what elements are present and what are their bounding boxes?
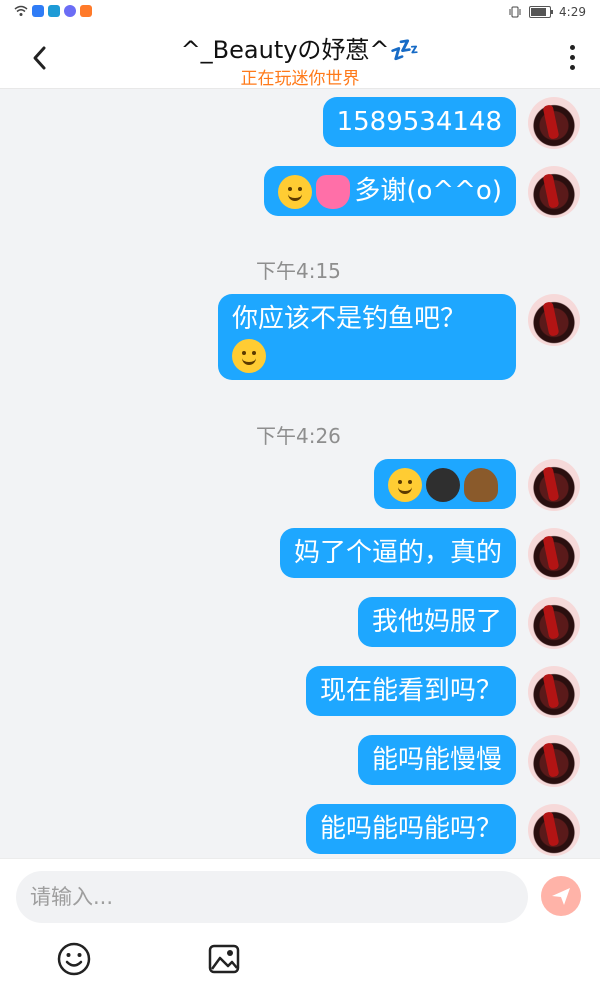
drooling-face-emoji bbox=[278, 174, 313, 209]
status-time: 4:29 bbox=[559, 5, 586, 19]
vibrate-icon bbox=[509, 6, 521, 18]
message-bubble[interactable]: 我他妈服了 bbox=[357, 597, 516, 647]
app-notification-icon bbox=[64, 5, 76, 17]
image-button[interactable] bbox=[206, 941, 246, 981]
app-notification-icon bbox=[32, 5, 44, 17]
wifi-icon bbox=[14, 5, 28, 16]
app-notification-icon bbox=[48, 5, 60, 17]
avatar[interactable] bbox=[528, 666, 580, 718]
message-row: 能吗能吗能吗？ bbox=[305, 804, 580, 856]
message-row: 你应该不是钓鱼吧？ bbox=[218, 294, 580, 380]
message-row: 能吗能慢慢 bbox=[357, 735, 580, 787]
sweat-smile-emoji bbox=[232, 338, 266, 373]
avatar[interactable] bbox=[528, 735, 580, 787]
app-notification-icon bbox=[80, 5, 92, 17]
send-button[interactable] bbox=[541, 876, 581, 916]
message-input[interactable] bbox=[16, 871, 528, 923]
status-icons-right: 4:29 bbox=[509, 5, 586, 19]
emoji-button[interactable] bbox=[56, 941, 96, 981]
smirk-face-emoji bbox=[388, 467, 422, 502]
avatar[interactable] bbox=[528, 459, 580, 511]
chat-status: 正在玩迷你世界 bbox=[240, 69, 360, 89]
avatar[interactable] bbox=[528, 294, 580, 346]
avatar[interactable] bbox=[528, 528, 580, 580]
message-row: 妈了个逼的，真的 bbox=[279, 528, 580, 580]
message-text: 多谢(o^^o) bbox=[354, 176, 502, 206]
smiley-icon bbox=[57, 942, 91, 976]
status-icons-left bbox=[14, 5, 92, 17]
more-options-button[interactable] bbox=[560, 40, 584, 74]
more-dot bbox=[569, 64, 575, 70]
message-row: 1589534148 bbox=[322, 97, 580, 149]
message-row bbox=[374, 459, 580, 511]
chat-title: ^_Beautyの妤蒽^💤 bbox=[180, 36, 420, 64]
timestamp: 下午4:15 bbox=[256, 259, 341, 283]
image-icon bbox=[208, 944, 240, 974]
timestamp: 下午4:26 bbox=[256, 424, 341, 448]
message-list[interactable]: 1589534148 多谢(o^^o) 下午4:15 你应该不是钓鱼吧？ 下午4… bbox=[0, 89, 600, 859]
avatar[interactable] bbox=[528, 97, 580, 149]
message-bubble[interactable]: 能吗能慢慢 bbox=[357, 735, 516, 785]
more-dot bbox=[569, 44, 575, 50]
battery-level bbox=[531, 8, 547, 16]
send-icon bbox=[552, 888, 570, 905]
avatar[interactable] bbox=[528, 166, 580, 218]
message-bubble[interactable]: 现在能看到吗？ bbox=[305, 666, 516, 716]
chat-header: ^_Beautyの妤蒽^💤 正在玩迷你世界 bbox=[0, 26, 600, 89]
message-bubble[interactable] bbox=[374, 459, 516, 509]
message-bubble[interactable]: 1589534148 bbox=[322, 97, 516, 147]
message-row: 我他妈服了 bbox=[357, 597, 580, 649]
message-row: 现在能看到吗？ bbox=[305, 666, 580, 718]
message-row: 多谢(o^^o) bbox=[264, 166, 580, 218]
more-dot bbox=[569, 54, 575, 60]
composer bbox=[0, 858, 600, 1001]
battery-icon bbox=[529, 6, 554, 18]
dark-face-emoji bbox=[426, 467, 460, 502]
revolving-hearts-emoji bbox=[316, 174, 351, 209]
poop-emoji bbox=[464, 467, 498, 502]
avatar[interactable] bbox=[528, 804, 580, 856]
status-bar: 4:29 bbox=[0, 0, 600, 26]
message-text: 你应该不是钓鱼吧？ bbox=[232, 304, 467, 334]
avatar[interactable] bbox=[528, 597, 580, 649]
message-bubble[interactable]: 能吗能吗能吗？ bbox=[305, 804, 516, 854]
message-bubble[interactable]: 多谢(o^^o) bbox=[264, 166, 516, 216]
message-bubble[interactable]: 妈了个逼的，真的 bbox=[279, 528, 516, 578]
message-bubble[interactable]: 你应该不是钓鱼吧？ bbox=[218, 294, 516, 380]
